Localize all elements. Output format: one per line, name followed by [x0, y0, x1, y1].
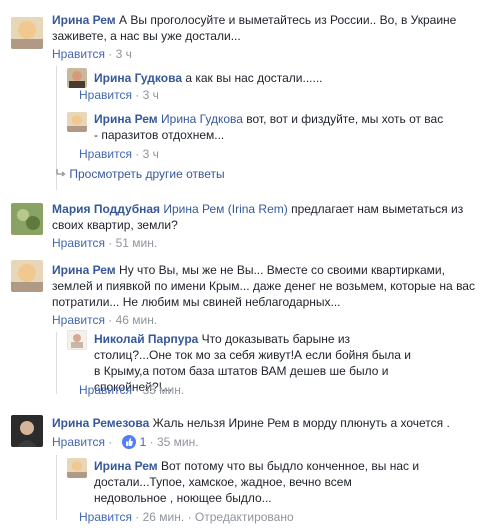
comment-actions: Нравится · 1 · 35 мин. [52, 435, 199, 449]
comment-actions: Нравится · 3 ч [79, 147, 159, 161]
separator: · [184, 510, 195, 524]
comment-author[interactable]: Мария Поддубная [52, 202, 160, 216]
edited-label[interactable]: Отредактировано [195, 510, 294, 524]
comment-actions: Нравится · 35 мин. [79, 383, 184, 397]
like-reaction-icon[interactable] [121, 435, 136, 449]
avatar[interactable] [11, 415, 43, 447]
comment-author[interactable]: Ирина Гудкова [94, 71, 182, 85]
comment-actions: Нравится · 46 мин. [52, 313, 157, 327]
avatar[interactable] [11, 260, 43, 292]
reply-thread-line [56, 332, 57, 394]
comment-author[interactable]: Ирина Рем [52, 13, 116, 27]
timestamp[interactable]: 3 ч [143, 147, 159, 161]
reply-arrow-icon [56, 167, 66, 181]
comment-author[interactable]: Ирина Рем [94, 112, 158, 126]
mention-link[interactable]: Ирина Рем (Irina Rem) [160, 202, 287, 216]
separator: · [131, 147, 143, 161]
comment-body: Мария Поддубная Ирина Рем (Irina Rem) пр… [52, 201, 472, 233]
view-more-label: Просмотреть другие ответы [69, 167, 225, 181]
avatar[interactable] [11, 203, 43, 235]
avatar[interactable] [67, 330, 87, 350]
like-button[interactable]: Нравится [79, 510, 132, 524]
comment-author[interactable]: Ирина Рем [94, 459, 158, 473]
mention-link[interactable]: Ирина Гудкова [158, 112, 243, 126]
like-button[interactable]: Нравится [79, 383, 132, 397]
like-button[interactable]: Нравится [52, 47, 105, 61]
separator: · [104, 236, 116, 250]
avatar[interactable] [67, 68, 87, 88]
separator: · [131, 383, 143, 397]
timestamp[interactable]: 3 ч [143, 88, 159, 102]
like-button[interactable]: Нравится [79, 88, 132, 102]
reply-body: Ирина Гудкова а как вы нас достали...... [94, 70, 474, 86]
reply-thread-line [56, 455, 57, 520]
like-button[interactable]: Нравится [79, 147, 132, 161]
like-button[interactable]: Нравится [52, 435, 105, 449]
separator: · [104, 313, 116, 327]
separator: · [131, 510, 143, 524]
reply-body: Ирина Рем Ирина Гудкова вот, вот и физду… [94, 111, 444, 143]
timestamp[interactable]: 46 мин. [116, 313, 158, 327]
comment-text: а как вы нас достали...... [182, 71, 323, 85]
separator: · [104, 47, 116, 61]
like-button[interactable]: Нравится [52, 236, 105, 250]
comment-author[interactable]: Николай Парпура [94, 332, 198, 346]
comment-actions: Нравится · 3 ч [52, 47, 132, 61]
comment-author[interactable]: Ирина Ремезова [52, 416, 149, 430]
comment-body: Ирина Ремезова Жаль нельзя Ирине Рем в м… [52, 415, 482, 431]
timestamp[interactable]: 51 мин. [116, 236, 158, 250]
separator: · [104, 435, 116, 449]
avatar[interactable] [67, 458, 87, 478]
avatar[interactable] [11, 17, 43, 49]
comment-actions: Нравится · 26 мин. · Отредактировано [79, 510, 294, 524]
comment-body: Ирина Рем Ну что Вы, мы же не Вы... Вмес… [52, 262, 482, 310]
comment-actions: Нравится · 3 ч [79, 88, 159, 102]
view-more-replies-link[interactable]: Просмотреть другие ответы [56, 167, 225, 181]
comment-body: Ирина Рем А Вы проголосуйте и выметайтес… [52, 12, 472, 44]
comment-author[interactable]: Ирина Рем [52, 263, 116, 277]
timestamp[interactable]: 35 мин. [157, 435, 199, 449]
timestamp[interactable]: 35 мин. [143, 383, 185, 397]
comment-actions: Нравится · 51 мин. [52, 236, 157, 250]
reply-body: Ирина Рем Вот потому что вы быдло кончен… [94, 458, 424, 506]
timestamp[interactable]: 26 мин. [143, 510, 185, 524]
comment-text: Ну что Вы, мы же не Вы... Вместе со свои… [52, 263, 475, 309]
separator: · [146, 435, 157, 449]
comment-text: Жаль нельзя Ирине Рем в морду плюнуть а … [149, 416, 450, 430]
separator: · [131, 88, 143, 102]
like-button[interactable]: Нравится [52, 313, 105, 327]
timestamp[interactable]: 3 ч [116, 47, 132, 61]
avatar[interactable] [67, 112, 87, 132]
